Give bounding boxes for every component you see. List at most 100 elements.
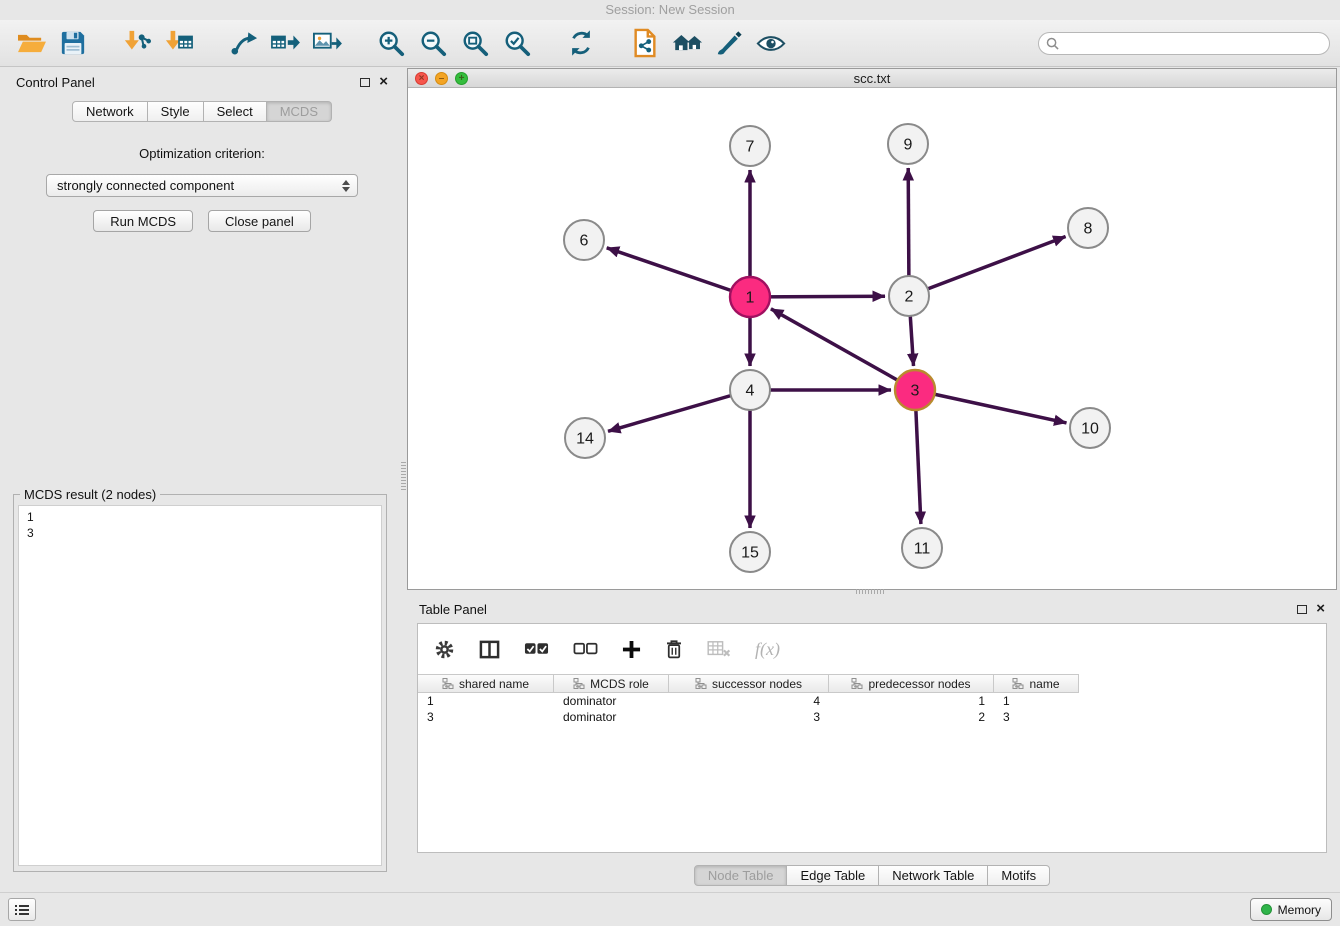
node-9[interactable]: 9 [888,124,928,164]
tab-node-table[interactable]: Node Table [694,865,788,886]
node-label: 6 [580,233,589,250]
tab-motifs[interactable]: Motifs [988,865,1050,886]
table-cell[interactable]: dominator [554,710,669,724]
table-toolbar: f(x) [418,624,1326,674]
column-header-MCDS-role[interactable]: MCDS role [554,674,669,693]
table-cell[interactable]: 3 [994,710,1079,724]
first-neighbors-button[interactable] [666,24,708,62]
import-network-button[interactable] [116,24,158,62]
horizontal-splitter[interactable] [856,589,884,594]
edge-4-14[interactable] [608,390,750,431]
table-cell[interactable]: 1 [994,694,1079,708]
split-columns-icon [479,639,500,660]
open-session-button[interactable] [10,24,52,62]
column-header-label: MCDS role [590,677,649,691]
zoom-out-icon [419,29,447,57]
zoom-selected-button[interactable] [496,24,538,62]
tab-style[interactable]: Style [148,101,204,122]
maximize-window-icon[interactable]: + [455,72,468,85]
column-header-name[interactable]: name [994,674,1079,693]
delete-column-button[interactable] [707,640,731,658]
table-cell[interactable]: dominator [554,694,669,708]
tab-network-table[interactable]: Network Table [879,865,988,886]
node-10[interactable]: 10 [1070,408,1110,448]
zoom-selected-icon [503,29,531,57]
table-row[interactable]: 1dominator411 [418,693,1326,709]
network-window: × – + scc.txt 7968124314101511 [407,68,1337,590]
float-table-panel-icon[interactable] [1297,605,1307,614]
table-cell[interactable]: 3 [669,710,829,724]
node-14[interactable]: 14 [565,418,605,458]
edge-3-1[interactable] [771,309,915,390]
column-header-shared-name[interactable]: shared name [418,674,554,693]
table-cell[interactable]: 1 [418,694,554,708]
table-panel-title: Table Panel [419,602,487,617]
table-cell[interactable]: 3 [418,710,554,724]
node-2[interactable]: 2 [889,276,929,316]
houses-icon [671,30,703,57]
search-icon [1046,37,1059,50]
edge-3-10[interactable] [915,390,1067,423]
close-panel-button[interactable]: Close panel [208,210,311,232]
node-11[interactable]: 11 [902,528,942,568]
table-cell[interactable]: 4 [669,694,829,708]
layout-brush-button[interactable] [708,24,750,62]
memory-button[interactable]: Memory [1250,898,1332,921]
export-table-button[interactable] [264,24,306,62]
table-row[interactable]: 3dominator323 [418,709,1326,725]
search-input[interactable] [1038,32,1330,55]
node-label: 15 [741,545,759,562]
run-mcds-button[interactable]: Run MCDS [93,210,193,232]
tab-mcds[interactable]: MCDS [267,101,332,122]
document-share-icon [631,28,659,58]
export-image-button[interactable] [306,24,348,62]
save-session-button[interactable] [52,24,94,62]
close-panel-icon[interactable]: × [379,76,388,88]
node-15[interactable]: 15 [730,532,770,572]
column-header-successor-nodes[interactable]: successor nodes [669,674,829,693]
table-cell[interactable]: 1 [829,694,994,708]
tab-network[interactable]: Network [72,101,148,122]
zoom-in-button[interactable] [370,24,412,62]
network-canvas[interactable]: 7 9 6 8 1 2 4 3 14 10 15 11 [408,88,1336,589]
node-table-container: f(x) shared name MCDS role successor nodes… [417,623,1327,853]
node-3[interactable]: 3 [895,370,935,410]
zoom-out-button[interactable] [412,24,454,62]
panel-splitter[interactable] [401,462,406,490]
node-6[interactable]: 6 [564,220,604,260]
clipboard-share-button[interactable] [624,24,666,62]
panels-menu-button[interactable] [8,898,36,921]
add-row-button[interactable] [622,640,641,659]
delete-row-button[interactable] [665,639,683,660]
node-7[interactable]: 7 [730,126,770,166]
result-item[interactable]: 1 [27,509,373,525]
float-panel-icon[interactable] [360,78,370,87]
select-all-button[interactable] [524,642,549,656]
paintbrush-icon [715,29,743,57]
zoom-fit-button[interactable] [454,24,496,62]
refresh-button[interactable] [560,24,602,62]
show-details-button[interactable] [750,24,792,62]
result-item[interactable]: 3 [27,525,373,541]
export-network-button[interactable] [222,24,264,62]
tab-edge-table[interactable]: Edge Table [787,865,879,886]
tab-select[interactable]: Select [204,101,267,122]
network-graph[interactable]: 7 9 6 8 1 2 4 3 14 10 15 11 [408,88,1336,589]
node-4[interactable]: 4 [730,370,770,410]
import-table-button[interactable] [158,24,200,62]
table-cell[interactable]: 2 [829,710,994,724]
edge-2-8[interactable] [909,237,1066,297]
node-1[interactable]: 1 [730,277,770,317]
optimization-criterion-select[interactable]: strongly connected component [46,174,358,197]
column-visibility-button[interactable] [479,639,500,660]
minimize-window-icon[interactable]: – [435,72,448,85]
close-window-icon[interactable]: × [415,72,428,85]
edge-1-6[interactable] [607,248,750,297]
function-builder-button[interactable]: f(x) [755,639,780,660]
close-table-panel-icon[interactable]: × [1316,603,1325,615]
deselect-all-button[interactable] [573,642,598,656]
column-header-predecessor-nodes[interactable]: predecessor nodes [829,674,994,693]
node-8[interactable]: 8 [1068,208,1108,248]
eye-icon [756,33,786,54]
table-settings-button[interactable] [434,639,455,660]
